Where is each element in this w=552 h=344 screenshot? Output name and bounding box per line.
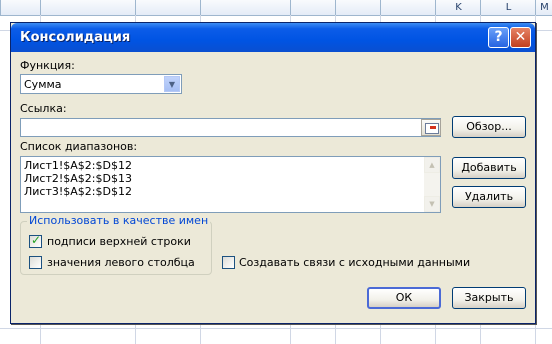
dialog-titlebar[interactable]: Консолидация ? ✕ xyxy=(11,23,535,52)
column-header[interactable] xyxy=(380,0,436,15)
column-header[interactable]: M xyxy=(535,0,552,15)
list-item[interactable]: Лист1!$A$2:$D$12 xyxy=(24,159,132,172)
checkmark-icon: ✓ xyxy=(31,233,42,247)
column-header[interactable] xyxy=(40,0,136,15)
left-column-label[interactable]: значения левого столбца xyxy=(47,256,195,269)
ranges-label: Список диапазонов: xyxy=(20,140,138,153)
ranges-listbox[interactable]: Лист1!$A$2:$D$12 Лист2!$A$2:$D$13 Лист3!… xyxy=(20,156,441,213)
scroll-up-icon[interactable]: ▲ xyxy=(424,157,440,173)
reference-input[interactable] xyxy=(20,118,441,137)
collapse-dialog-button[interactable] xyxy=(421,119,441,136)
column-header[interactable]: L xyxy=(480,0,536,15)
browse-button[interactable]: Обзор... xyxy=(452,116,526,138)
left-column-checkbox[interactable] xyxy=(29,256,42,269)
column-header[interactable] xyxy=(0,0,41,15)
top-row-label[interactable]: подписи верхней строки xyxy=(47,235,191,248)
chevron-down-icon[interactable]: ▼ xyxy=(164,76,180,92)
reference-label: Ссылка: xyxy=(20,102,67,115)
column-header[interactable] xyxy=(135,0,201,15)
function-dropdown[interactable]: Сумма ▼ xyxy=(20,74,182,94)
use-labels-group-title: Использовать в качестве имен xyxy=(27,214,211,227)
vertical-scrollbar[interactable]: ▲ ▼ xyxy=(424,157,440,212)
delete-button[interactable]: Удалить xyxy=(452,186,526,208)
column-header[interactable]: K xyxy=(435,0,481,15)
close-button[interactable]: Закрыть xyxy=(452,287,526,309)
column-header[interactable] xyxy=(290,0,336,15)
function-value: Сумма xyxy=(24,78,62,91)
function-label: Функция: xyxy=(20,59,75,72)
range-select-icon xyxy=(425,123,439,134)
add-button[interactable]: Добавить xyxy=(452,157,526,179)
scroll-down-icon[interactable]: ▼ xyxy=(424,196,440,212)
consolidate-dialog: Консолидация ? ✕ Функция: Сумма ▼ Ссылка… xyxy=(10,22,536,324)
column-header[interactable] xyxy=(335,0,381,15)
ok-button[interactable]: ОК xyxy=(367,287,441,309)
list-item[interactable]: Лист3!$A$2:$D$12 xyxy=(24,185,132,198)
help-icon[interactable]: ? xyxy=(488,27,509,48)
gridline xyxy=(0,328,552,329)
link-source-label[interactable]: Создавать связи с исходными данными xyxy=(239,256,470,269)
dialog-title: Консолидация xyxy=(20,30,131,45)
list-item[interactable]: Лист2!$A$2:$D$13 xyxy=(24,172,132,185)
close-icon[interactable]: ✕ xyxy=(510,27,531,48)
column-header[interactable] xyxy=(200,0,291,15)
top-row-checkbox[interactable]: ✓ xyxy=(29,233,42,248)
column-header-row: K L M xyxy=(0,0,552,16)
link-source-checkbox[interactable] xyxy=(222,256,235,269)
